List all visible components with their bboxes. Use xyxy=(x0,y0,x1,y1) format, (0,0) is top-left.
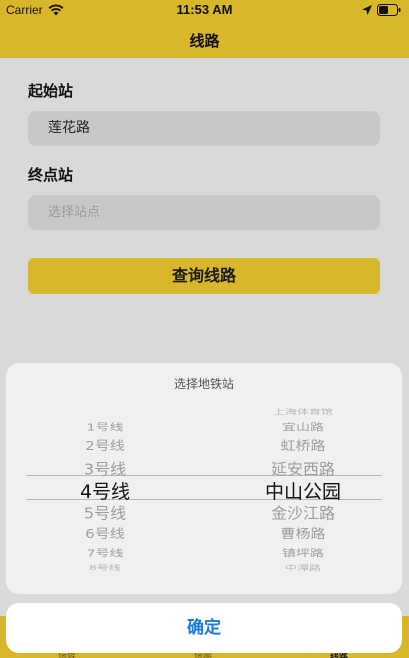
line-option[interactable]: 6号线 xyxy=(6,525,204,543)
line-option-selected[interactable]: 4号线 xyxy=(6,477,204,504)
station-picker-wheel[interactable]: 上海体育馆 宜山路 虹桥路 延安西路 中山公园 金沙江路 曹杨路 镇坪路 中潭路 xyxy=(204,408,402,572)
page-title: 线路 xyxy=(189,32,220,50)
station-option[interactable]: 宜山路 xyxy=(204,420,402,434)
station-option[interactable]: 虹桥路 xyxy=(204,437,402,455)
location-arrow-icon xyxy=(362,5,372,15)
start-station-field[interactable]: 莲花路 xyxy=(28,111,380,146)
line-option[interactable]: 2号线 xyxy=(6,437,204,455)
start-station-label: 起始站 xyxy=(28,82,74,100)
end-station-label: 终点站 xyxy=(28,166,74,184)
confirm-button[interactable]: 确定 xyxy=(6,603,402,653)
line-picker-wheel[interactable]: 1号线 2号线 3号线 4号线 5号线 6号线 7号线 8号线 xyxy=(6,413,204,572)
line-option[interactable]: 5号线 xyxy=(6,501,204,524)
battery-icon xyxy=(377,4,401,16)
line-option[interactable]: 7号线 xyxy=(6,546,204,560)
status-bar: Carrier 11:53 AM xyxy=(0,0,409,20)
navigation-bar: Carrier 11:53 AM 线路 xyxy=(0,0,409,58)
station-option[interactable]: 曹杨路 xyxy=(204,525,402,543)
station-option-selected[interactable]: 中山公园 xyxy=(204,477,402,504)
station-picker-sheet: 选择地铁站 1号线 2号线 3号线 4号线 5号线 6号线 7号线 8号线 上海体育馆 宜山路虹… xyxy=(6,363,402,594)
end-station-field[interactable]: 选择站点 xyxy=(28,195,380,230)
station-option[interactable]: 上海体育馆 xyxy=(204,407,402,416)
line-option[interactable]: 8号线 xyxy=(6,563,204,572)
station-option[interactable]: 中潭路 xyxy=(204,563,402,572)
station-option[interactable]: 镇坪路 xyxy=(204,546,402,560)
clock: 11:53 AM xyxy=(176,2,233,17)
line-option[interactable]: 1号线 xyxy=(6,420,204,434)
picker-title: 选择地铁站 xyxy=(173,377,234,391)
station-option[interactable]: 金沙江路 xyxy=(204,501,402,524)
query-route-button[interactable]: 查询线路 xyxy=(28,258,380,294)
